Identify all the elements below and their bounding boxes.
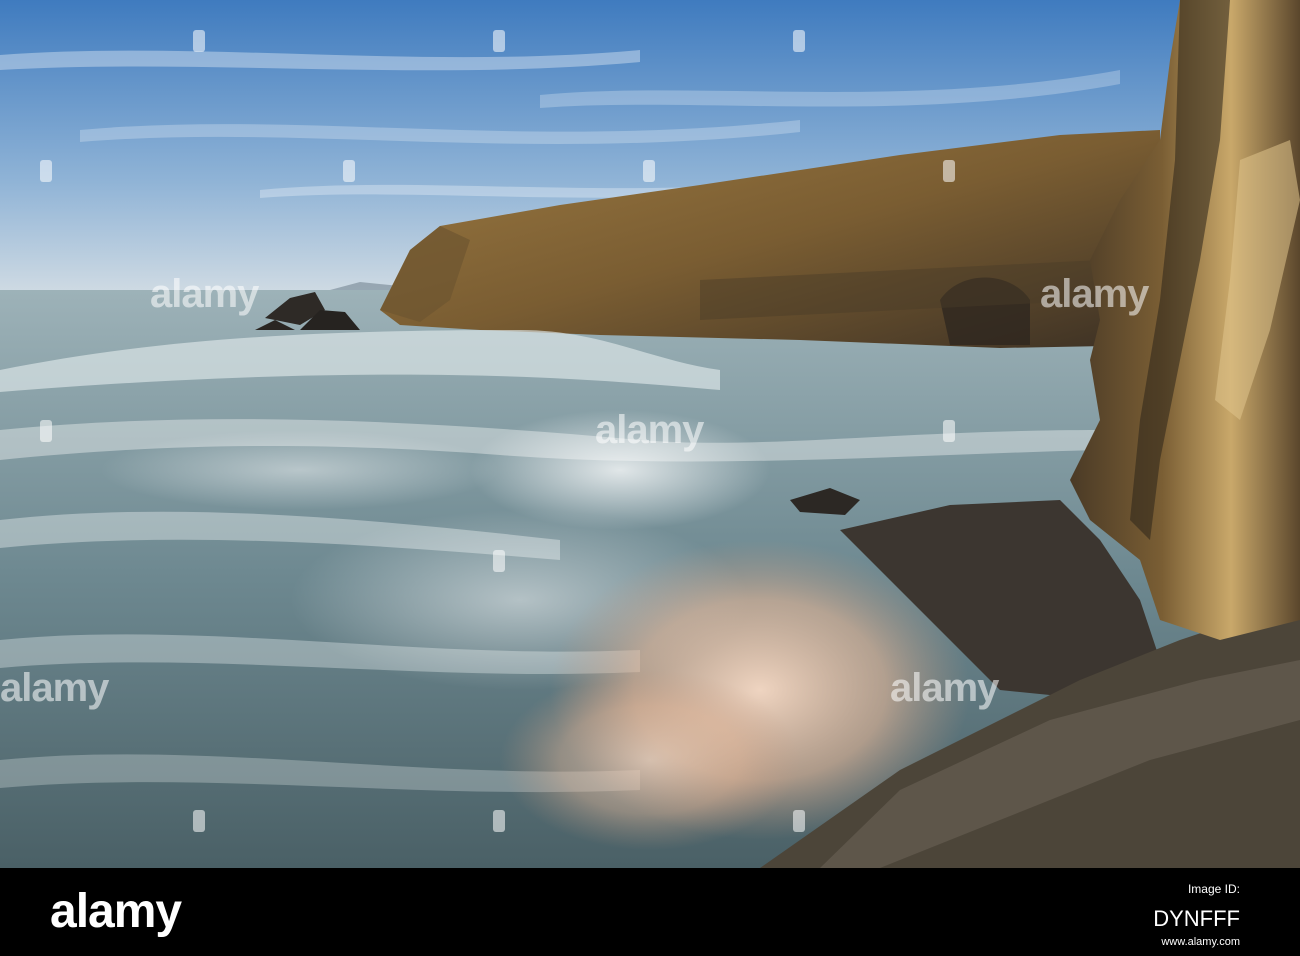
alamy-pin-icon [943,160,955,182]
image-id-label: Image ID: [1187,882,1240,896]
alamy-pin-icon [793,810,805,832]
alamy-pin-icon [493,30,505,52]
footer-logo: alamy [50,885,182,938]
image-id: DYNFFF [1153,906,1240,931]
alamy-pin-icon [493,550,505,572]
alamy-pin-icon [343,160,355,182]
watermark-text: alamy [150,272,259,316]
alamy-pin-icon [793,30,805,52]
footer-bar: alamy Image ID: DYNFFF www.alamy.com [0,868,1300,956]
footer-url: www.alamy.com [1161,936,1240,948]
watermark-text: alamy [1040,272,1149,316]
watermark-text: alamy [595,408,704,452]
alamy-pin-icon [943,420,955,442]
page: alamy alamy alamy alamy alamy alamy Imag… [0,0,1300,956]
alamy-pin-icon [40,420,52,442]
watermark-text: alamy [0,666,109,710]
alamy-pin-icon [193,810,205,832]
alamy-pin-icon [193,30,205,52]
alamy-pin-icon [493,810,505,832]
alamy-pin-icon [40,160,52,182]
watermark-text: alamy [890,666,999,710]
alamy-pin-icon [643,160,655,182]
